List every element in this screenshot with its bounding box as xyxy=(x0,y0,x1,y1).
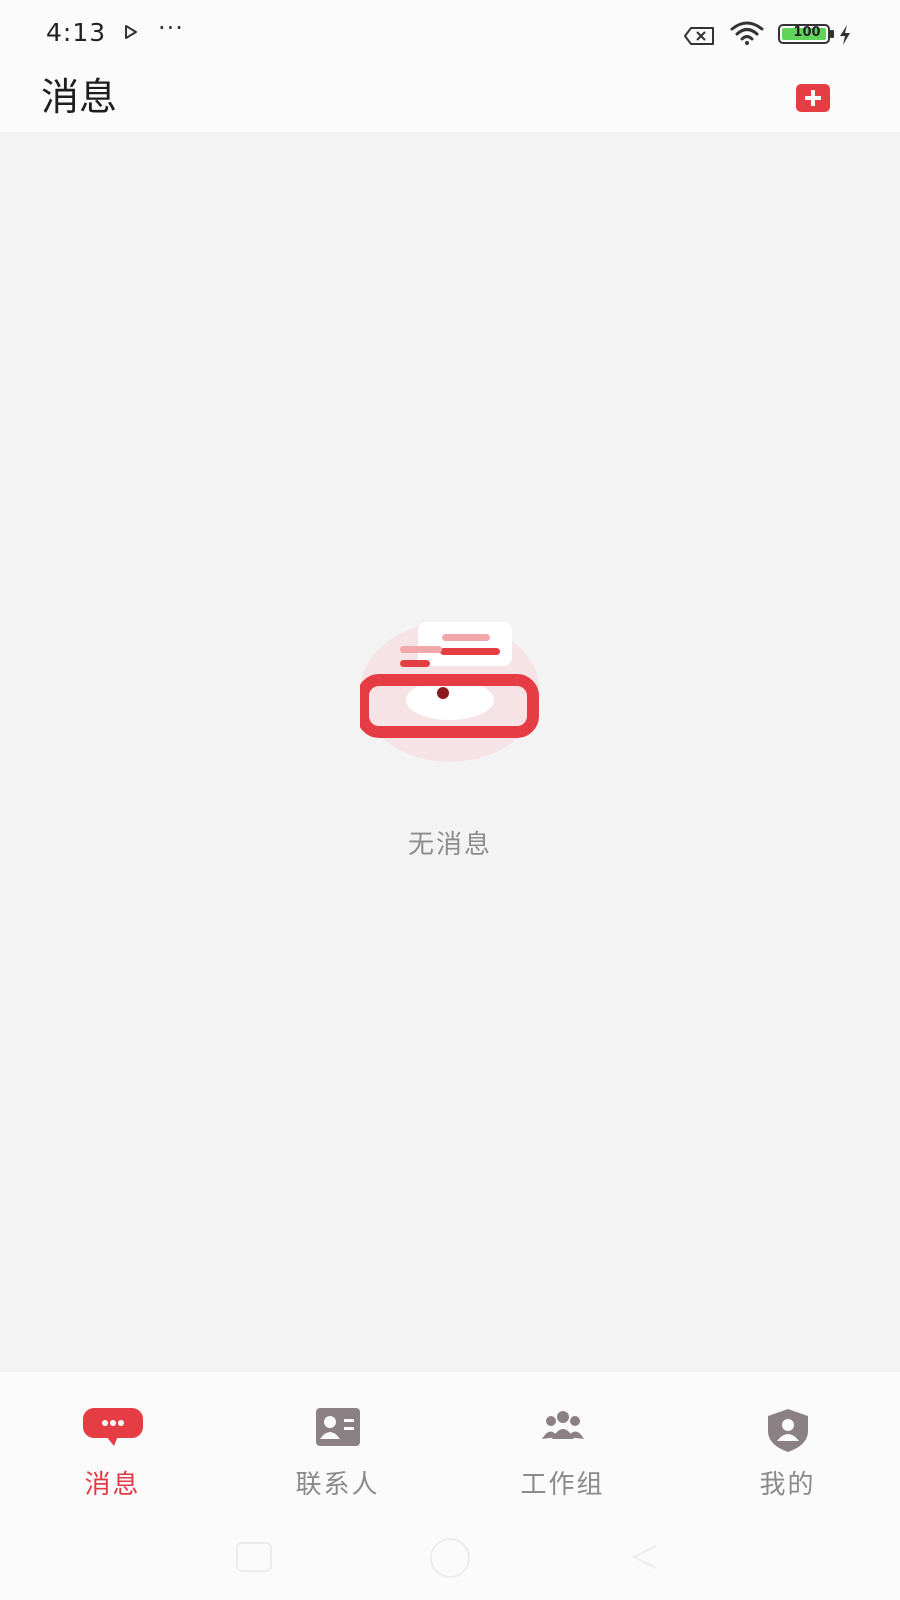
tab-contacts[interactable]: 联系人 xyxy=(225,1372,450,1502)
tab-profile[interactable]: 我的 xyxy=(675,1372,900,1502)
add-icon xyxy=(805,90,821,106)
wifi-icon xyxy=(730,21,764,49)
tab-label: 工作组 xyxy=(520,1470,605,1500)
battery-level: 100 xyxy=(793,25,821,40)
no-sim-icon xyxy=(684,26,716,50)
message-bubble-icon xyxy=(82,1407,144,1451)
back-button[interactable] xyxy=(630,1542,660,1576)
recent-apps-button[interactable] xyxy=(236,1542,272,1572)
play-icon xyxy=(124,24,138,43)
group-icon xyxy=(540,1407,586,1451)
tab-label: 联系人 xyxy=(295,1470,380,1500)
tab-workgroup[interactable]: 工作组 xyxy=(450,1372,675,1502)
tab-label: 我的 xyxy=(759,1470,816,1500)
status-bar: 4:13 ··· 100 xyxy=(0,0,900,62)
status-time: 4:13 xyxy=(46,18,107,47)
page-title: 消息 xyxy=(41,75,118,119)
empty-state-text: 无消息 xyxy=(407,830,492,860)
tab-messages[interactable]: 消息 xyxy=(0,1372,225,1502)
more-notifications-icon: ··· xyxy=(158,14,184,42)
add-button[interactable] xyxy=(796,84,830,112)
contact-card-icon xyxy=(315,1407,361,1451)
home-button[interactable] xyxy=(430,1538,470,1578)
empty-inbox-illustration xyxy=(357,622,540,766)
system-nav-bar xyxy=(0,1520,900,1600)
profile-shield-icon xyxy=(765,1407,811,1457)
tab-label: 消息 xyxy=(84,1470,141,1500)
app-header: 消息 xyxy=(0,62,900,132)
charging-icon xyxy=(838,25,852,49)
